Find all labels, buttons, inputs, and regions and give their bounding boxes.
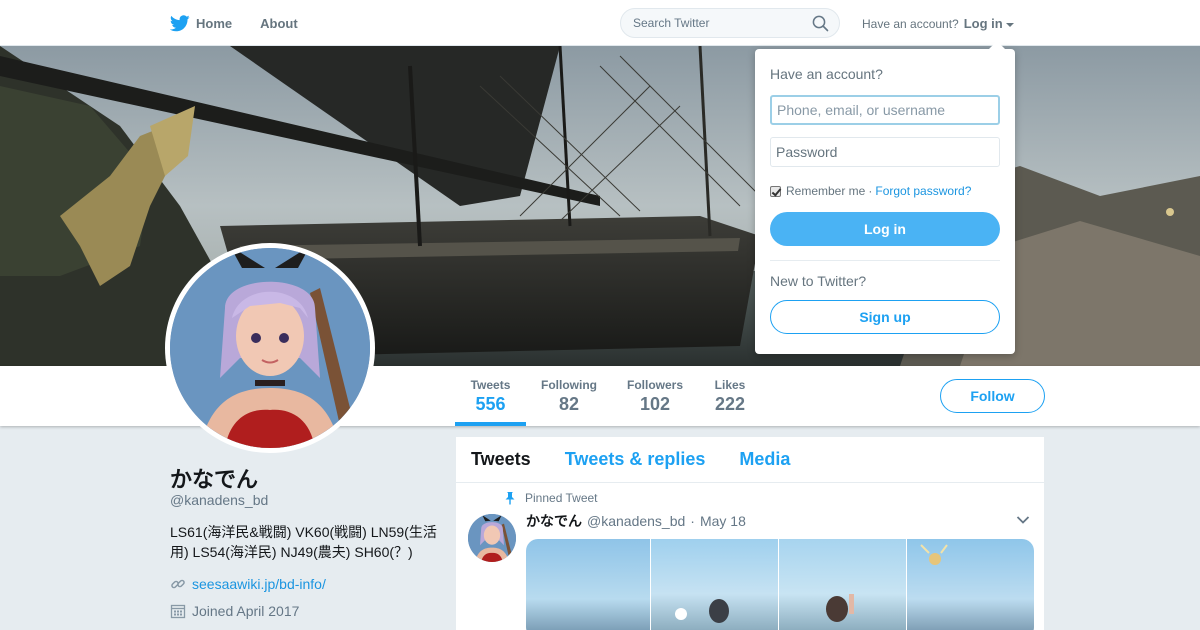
signup-button[interactable]: Sign up bbox=[770, 300, 1000, 334]
have-account-text: Have an account? bbox=[862, 16, 959, 31]
tweet-media-figure-4 bbox=[920, 544, 948, 565]
follow-button[interactable]: Follow bbox=[940, 379, 1045, 413]
stat-tweets-label: Tweets bbox=[470, 378, 511, 392]
nav-about-label: About bbox=[260, 15, 298, 31]
username-field[interactable] bbox=[770, 95, 1000, 125]
profile-name: かなでん bbox=[170, 467, 259, 492]
login-toggle-label: Log in bbox=[963, 16, 1003, 31]
remember-me-checkbox[interactable] bbox=[770, 185, 781, 197]
stat-tweets[interactable]: Tweets 556 bbox=[455, 366, 526, 426]
stat-tweets-value: 556 bbox=[475, 394, 506, 414]
avatar-image bbox=[170, 248, 370, 448]
tweet-author-handle[interactable]: @kanadens_bd bbox=[587, 513, 685, 529]
remember-me-label[interactable]: Remember me bbox=[786, 184, 865, 198]
nav-about[interactable]: About bbox=[260, 16, 298, 31]
search-icon[interactable] bbox=[812, 15, 829, 32]
tweet-media-image-1[interactable] bbox=[526, 539, 651, 630]
twitter-bird-icon bbox=[170, 14, 190, 31]
tweet-header: かなでん @kanadens_bd · May 18 bbox=[526, 511, 751, 531]
tweet-date[interactable]: May 18 bbox=[700, 513, 746, 529]
pinned-label: Pinned Tweet bbox=[504, 491, 598, 505]
stat-likes[interactable]: Likes 222 bbox=[710, 366, 750, 426]
caret-down-icon bbox=[1005, 22, 1014, 27]
remember-separator: · bbox=[868, 184, 873, 198]
tweet-media-image-4[interactable] bbox=[907, 539, 1034, 630]
account-area: Have an account? Log in bbox=[862, 16, 1014, 31]
profile-website[interactable]: seesaawiki.jp/bd-info/ bbox=[170, 576, 326, 592]
stat-likes-value: 222 bbox=[714, 394, 746, 414]
chevron-down-icon[interactable] bbox=[1016, 515, 1030, 525]
remember-me-row: Remember me · Forgot password? bbox=[770, 184, 971, 198]
top-navigation-bar: Home About Have an account? Log in bbox=[0, 0, 1200, 46]
stat-followers-value: 102 bbox=[639, 394, 671, 414]
login-submit-button[interactable]: Log in bbox=[770, 212, 1000, 246]
pinned-label-text: Pinned Tweet bbox=[525, 491, 598, 505]
timeline-tabs: Tweets Tweets & replies Media bbox=[456, 437, 1044, 483]
profile-avatar[interactable] bbox=[165, 243, 375, 453]
login-dropdown-title: Have an account? bbox=[770, 66, 883, 82]
stat-followers-label: Followers bbox=[626, 378, 683, 392]
search-box bbox=[620, 8, 840, 38]
tweet-media-figure-2 bbox=[675, 599, 729, 623]
stat-likes-label: Likes bbox=[714, 378, 746, 392]
tweet-avatar-illustration bbox=[468, 514, 516, 562]
tweet-media-image-2[interactable] bbox=[651, 539, 779, 630]
stat-following-label: Following bbox=[541, 378, 597, 392]
password-field[interactable] bbox=[770, 137, 1000, 167]
profile-bio: LS61(海洋民&戦闘) VK60(戦闘) LN59(生活用) LS54(海洋民… bbox=[170, 524, 437, 560]
new-to-twitter-text: New to Twitter? bbox=[770, 273, 867, 289]
pin-icon bbox=[505, 492, 515, 505]
profile-joined-text: Joined April 2017 bbox=[192, 603, 300, 619]
profile-website-text[interactable]: seesaawiki.jp/bd-info/ bbox=[192, 576, 326, 592]
tweet-separator: · bbox=[690, 513, 695, 529]
tweet-media-figure-3 bbox=[826, 594, 854, 622]
search-input[interactable] bbox=[633, 16, 803, 30]
tweet-avatar[interactable] bbox=[468, 514, 516, 562]
tweet-media[interactable] bbox=[526, 539, 1034, 630]
login-divider bbox=[770, 260, 1000, 261]
tab-tweets-replies[interactable]: Tweets & replies bbox=[565, 449, 706, 470]
profile-joined: Joined April 2017 bbox=[170, 603, 299, 619]
avatar-illustration bbox=[170, 248, 370, 448]
login-dropdown-toggle[interactable]: Log in bbox=[964, 16, 1014, 31]
tweet-media-image-3[interactable] bbox=[779, 539, 907, 630]
timeline: Tweets Tweets & replies Media Pinned Twe… bbox=[456, 437, 1044, 630]
tab-tweets[interactable]: Tweets bbox=[471, 449, 531, 470]
nav-home[interactable]: Home bbox=[170, 14, 233, 32]
calendar-icon bbox=[170, 604, 186, 619]
stat-following-value: 82 bbox=[558, 394, 580, 414]
tweet-author-name[interactable]: かなでん bbox=[526, 511, 582, 531]
tab-media[interactable]: Media bbox=[739, 449, 790, 470]
link-icon bbox=[171, 579, 185, 589]
nav-home-label: Home bbox=[196, 15, 233, 31]
stat-followers[interactable]: Followers 102 bbox=[624, 366, 686, 426]
stat-following[interactable]: Following 82 bbox=[538, 366, 600, 426]
pinned-tweet[interactable]: Pinned Tweet かなでん @kanadens_bd · May 18 bbox=[456, 483, 1044, 630]
login-dropdown: Have an account? Remember me · Forgot pa… bbox=[755, 41, 1015, 354]
forgot-password-link[interactable]: Forgot password? bbox=[875, 184, 971, 198]
nav-left: Home About bbox=[170, 0, 326, 46]
profile-handle: @kanadens_bd bbox=[170, 492, 269, 508]
